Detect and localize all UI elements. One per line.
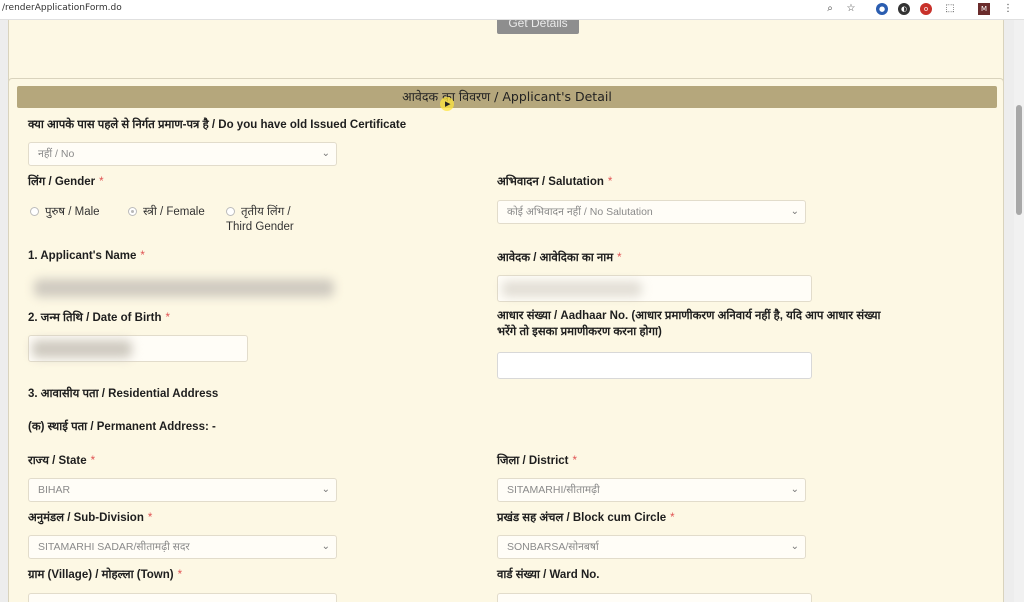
zoom-icon[interactable]: ⌕: [824, 3, 836, 15]
subdivision-value: SITAMARHI SADAR/सीतामढ़ी सदर: [38, 541, 190, 553]
block-value: SONBARSA/सोनबर्षा: [507, 541, 599, 553]
old-cert-value: नहीं / No: [38, 148, 75, 160]
gender-third-radio[interactable]: तृतीय लिंग /: [226, 204, 291, 219]
address-bar[interactable]: /renderApplicationForm.do: [2, 3, 122, 13]
ward-label: वार्ड संख्या / Ward No.: [497, 569, 600, 581]
village-input[interactable]: [28, 593, 337, 602]
permanent-address-label: (क) स्थाई पता / Permanent Address: -: [28, 421, 216, 433]
extension-icon-2[interactable]: ◐: [898, 3, 910, 15]
state-label: राज्य / State *: [28, 455, 96, 467]
gender-female-radio[interactable]: स्त्री / Female: [128, 204, 205, 219]
section-title: आवेदक का विवरण / Applicant's Detail: [17, 86, 997, 108]
aadhaar-label: आधार संख्या / Aadhaar No. (आधार प्रमाणीक…: [497, 310, 881, 338]
chevron-down-icon: ⌄: [790, 206, 799, 217]
applicant-name-label: 1. Applicant's Name *: [28, 250, 145, 262]
residential-address-label: 3. आवासीय पता / Residential Address: [28, 388, 219, 400]
district-label: जिला / District *: [497, 455, 577, 467]
applicant-name-input[interactable]: [28, 275, 348, 302]
radio-icon: [226, 207, 235, 216]
salutation-label: अभिवादन / Salutation *: [497, 176, 613, 188]
salutation-value: कोई अभिवादन नहीं / No Salutation: [507, 206, 653, 218]
applicant-detail-panel: आवेदक का विवरण / Applicant's Detail क्या…: [8, 78, 1004, 602]
puzzle-icon[interactable]: ⬚: [944, 3, 956, 15]
chevron-down-icon: ⌄: [790, 541, 799, 552]
search-panel: Get Details: [8, 20, 1004, 84]
ward-input[interactable]: [497, 593, 812, 602]
cursor-arrow-icon: ▸: [445, 97, 451, 110]
state-select[interactable]: BIHAR ⌄: [28, 478, 337, 502]
gender-third-label-line2: Third Gender: [226, 221, 294, 233]
redacted-value: [32, 340, 132, 358]
get-details-button[interactable]: Get Details: [497, 20, 579, 34]
salutation-select[interactable]: कोई अभिवादन नहीं / No Salutation ⌄: [497, 200, 806, 224]
dob-input[interactable]: [28, 335, 248, 362]
applicant-name-hi-input[interactable]: [497, 275, 812, 302]
menu-icon[interactable]: ⋮: [1002, 3, 1014, 15]
district-select[interactable]: SITAMARHI/सीतामढ़ी ⌄: [497, 478, 806, 502]
chevron-down-icon: ⌄: [321, 148, 330, 159]
block-label: प्रखंड सह अंचल / Block cum Circle *: [497, 512, 675, 524]
district-value: SITAMARHI/सीतामढ़ी: [507, 484, 600, 496]
gender-label: लिंग / Gender *: [28, 176, 104, 188]
old-cert-select[interactable]: नहीं / No ⌄: [28, 142, 337, 166]
extension-icon-1[interactable]: ●: [876, 3, 888, 15]
aadhaar-input[interactable]: [497, 352, 812, 379]
vertical-scrollbar[interactable]: [1014, 20, 1024, 602]
scrollbar-thumb[interactable]: [1016, 105, 1022, 215]
redacted-value: [34, 279, 334, 297]
redacted-value: [502, 281, 642, 297]
page-viewport: Get Details आवेदक का विवरण / Applicant's…: [0, 20, 1014, 602]
extension-icon-3[interactable]: o: [920, 3, 932, 15]
subdivision-label: अनुमंडल / Sub-Division *: [28, 512, 153, 524]
dob-label: 2. जन्म तिथि / Date of Birth *: [28, 312, 170, 324]
state-value: BIHAR: [38, 484, 71, 496]
star-icon[interactable]: ☆: [845, 3, 857, 15]
applicant-name-hi-label: आवेदक / आवेदिका का नाम *: [497, 252, 622, 264]
profile-icon[interactable]: M: [978, 3, 990, 15]
chevron-down-icon: ⌄: [790, 484, 799, 495]
village-label: ग्राम (Village) / मोहल्ला (Town) *: [28, 569, 183, 581]
chevron-down-icon: ⌄: [321, 484, 330, 495]
chevron-down-icon: ⌄: [321, 541, 330, 552]
old-cert-label: क्या आपके पास पहले से निर्गत प्रमाण-पत्र…: [28, 119, 407, 131]
subdivision-select[interactable]: SITAMARHI SADAR/सीतामढ़ी सदर ⌄: [28, 535, 337, 559]
radio-icon: [128, 207, 137, 216]
browser-toolbar: /renderApplicationForm.do ⌕ ☆ ● ◐ o ⬚ M …: [0, 0, 1024, 20]
radio-icon: [30, 207, 39, 216]
block-select[interactable]: SONBARSA/सोनबर्षा ⌄: [497, 535, 806, 559]
gender-male-radio[interactable]: पुरुष / Male: [30, 204, 100, 219]
